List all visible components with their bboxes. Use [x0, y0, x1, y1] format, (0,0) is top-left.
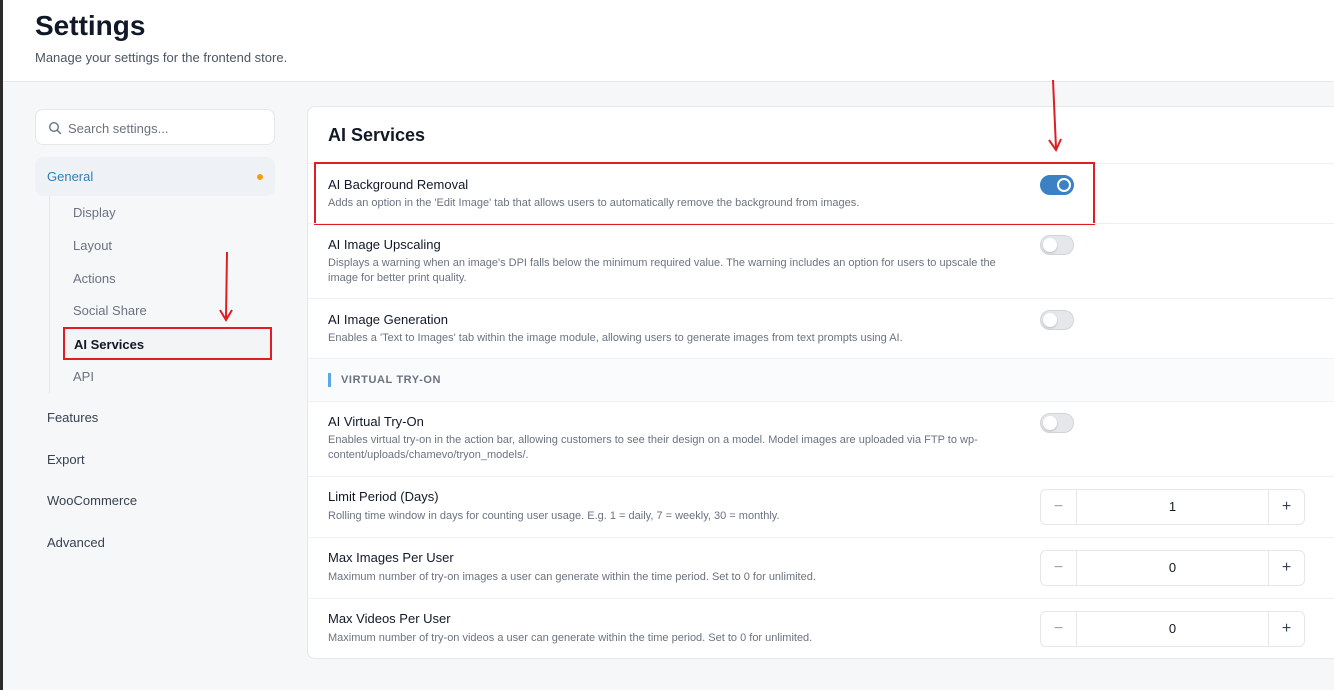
divider — [308, 298, 1334, 299]
setting-title: Max Images Per User — [328, 550, 454, 565]
max-videos-stepper[interactable]: − 0 + — [1040, 611, 1305, 647]
divider — [308, 223, 1334, 224]
sidebar-item-general[interactable]: General — [35, 157, 275, 196]
sidebar-item-features[interactable]: Features — [47, 410, 98, 425]
unsaved-dot-icon — [257, 174, 263, 180]
stepper-value[interactable]: 0 — [1077, 551, 1268, 585]
toggle-knob — [1043, 416, 1057, 430]
page-title: Settings — [35, 10, 146, 41]
stepper-value[interactable]: 1 — [1077, 490, 1268, 524]
setting-title: Max Videos Per User — [328, 611, 451, 626]
ai-virtual-tryon-toggle[interactable] — [1040, 413, 1074, 433]
setting-title: Limit Period (Days) — [328, 489, 439, 504]
subnav-line — [49, 196, 50, 393]
divider — [308, 401, 1334, 402]
sidebar-item-advanced[interactable]: Advanced — [47, 535, 105, 550]
setting-description: Enables virtual try-on in the action bar… — [328, 434, 978, 461]
setting-description: Rolling time window in days for counting… — [328, 510, 780, 522]
increment-button[interactable]: + — [1268, 490, 1304, 524]
window-edge — [0, 0, 3, 690]
toggle-knob — [1043, 313, 1057, 327]
sidebar-subitem-layout[interactable]: Layout — [73, 238, 112, 253]
max-images-stepper[interactable]: − 0 + — [1040, 550, 1305, 586]
sidebar-subitem-social-share[interactable]: Social Share — [73, 303, 147, 318]
ai-image-upscaling-toggle[interactable] — [1040, 235, 1074, 255]
setting-title: AI Image Upscaling — [328, 237, 441, 252]
sidebar-subitem-api[interactable]: API — [73, 369, 94, 384]
decrement-button[interactable]: − — [1041, 612, 1077, 646]
sidebar-subitem-display[interactable]: Display — [73, 205, 116, 220]
ai-services-card: AI Services AI Background Removal Adds a… — [307, 106, 1334, 659]
divider — [308, 537, 1334, 538]
card-title: AI Services — [328, 125, 426, 145]
page-subtitle: Manage your settings for the frontend st… — [35, 50, 288, 65]
sidebar-subitem-label: AI Services — [74, 337, 145, 352]
sidebar-item-export[interactable]: Export — [47, 452, 85, 467]
divider — [308, 476, 1334, 477]
increment-button[interactable]: + — [1268, 551, 1304, 585]
sidebar-item-label: General — [47, 169, 94, 184]
sidebar-subitem-ai-services[interactable]: AI Services — [63, 327, 272, 360]
divider — [308, 598, 1334, 599]
decrement-button[interactable]: − — [1041, 551, 1077, 585]
section-label: VIRTUAL TRY-ON — [328, 373, 441, 387]
setting-description: Maximum number of try-on images a user c… — [328, 571, 816, 583]
annotation-arrow-icon — [1048, 79, 1062, 153]
stepper-value[interactable]: 0 — [1077, 612, 1268, 646]
search-input[interactable] — [68, 116, 268, 140]
setting-description: Maximum number of try-on videos a user c… — [328, 632, 813, 644]
page-header: Settings Manage your settings for the fr… — [3, 0, 1334, 82]
ai-image-generation-toggle[interactable] — [1040, 310, 1074, 330]
annotation-highlight — [314, 162, 1095, 225]
search-box[interactable] — [35, 109, 275, 145]
limit-period-stepper[interactable]: − 1 + — [1040, 489, 1305, 525]
section-band — [308, 359, 1334, 401]
increment-button[interactable]: + — [1268, 612, 1304, 646]
setting-description: Enables a 'Text to Images' tab within th… — [328, 332, 903, 344]
annotation-arrow-icon — [219, 251, 233, 322]
setting-title: AI Image Generation — [328, 312, 448, 327]
setting-title: AI Virtual Try-On — [328, 414, 424, 429]
decrement-button[interactable]: − — [1041, 490, 1077, 524]
setting-description: Displays a warning when an image's DPI f… — [328, 257, 996, 284]
search-icon — [48, 121, 62, 135]
sidebar-subitem-actions[interactable]: Actions — [73, 271, 116, 286]
sidebar-item-woocommerce[interactable]: WooCommerce — [47, 493, 137, 508]
toggle-knob — [1043, 238, 1057, 252]
